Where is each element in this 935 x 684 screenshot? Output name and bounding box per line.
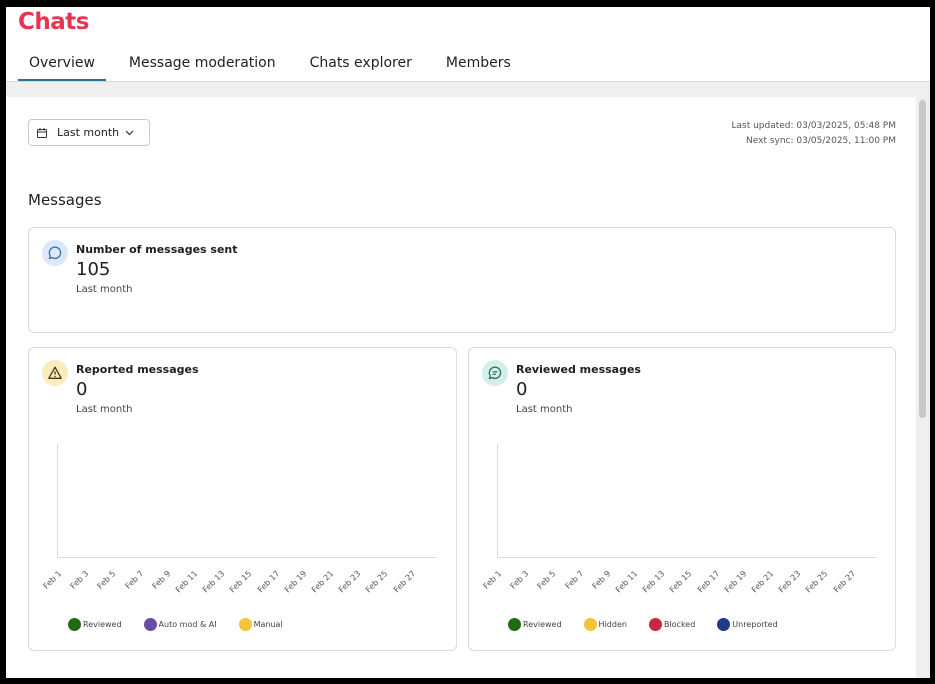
last-updated-text: Last updated: 03/03/2025, 05:48 PM	[731, 121, 896, 131]
x-tick-label: Feb 3	[508, 569, 531, 591]
x-tick-label: Feb 27	[831, 569, 857, 595]
legend-item[interactable]: Manual	[238, 618, 283, 631]
legend-label: Manual	[253, 620, 283, 629]
x-tick-label: Feb 21	[309, 569, 336, 595]
overview-panel: Last month Last updated: 03/03/2025, 05:…	[6, 97, 916, 678]
content-area: Last month Last updated: 03/03/2025, 05:…	[6, 82, 930, 678]
x-tick-label: Feb 25	[804, 569, 830, 595]
x-tick-label: Feb 15	[668, 569, 694, 595]
x-tick-label: Feb 5	[535, 569, 558, 591]
legend-label: Reviewed	[83, 620, 122, 629]
y-axis-line	[57, 444, 58, 557]
chart-legend: Reviewed Auto mod & AI Manual	[68, 618, 305, 631]
chart-legend: Reviewed Hidden Blocked Unreported	[508, 618, 800, 631]
legend-item[interactable]: Hidden	[583, 618, 627, 631]
messages-sent-title: Number of messages sent	[76, 243, 238, 256]
x-tick-label: Feb 13	[201, 569, 227, 595]
x-tick-label: Feb 17	[695, 569, 721, 595]
legend-dot	[583, 618, 597, 631]
section-title-messages: Messages	[28, 191, 102, 209]
scrollbar-thumb[interactable]	[919, 100, 926, 418]
legend-dot	[68, 618, 81, 631]
x-tick-label: Feb 11	[613, 569, 640, 595]
chevron-down-icon	[125, 130, 134, 135]
x-tick-label: Feb 19	[282, 569, 309, 595]
x-tick-label: Feb 17	[255, 569, 281, 595]
calendar-icon	[37, 127, 47, 138]
x-tick-label: Feb 5	[95, 569, 118, 591]
tab-message-moderation[interactable]: Message moderation	[118, 51, 287, 81]
messages-sent-value: 105	[76, 259, 111, 280]
reported-messages-value: 0	[76, 379, 88, 400]
x-tick-label: Feb 27	[391, 569, 417, 595]
next-sync-text: Next sync: 03/05/2025, 11:00 PM	[746, 136, 896, 146]
warning-icon	[42, 360, 68, 386]
reviewed-messages-card: Reviewed messages 0 Last month Feb 1 Feb …	[468, 347, 896, 651]
x-tick-label: Feb 1	[41, 569, 64, 591]
reviewed-messages-period: Last month	[516, 404, 573, 415]
legend-item[interactable]: Blocked	[648, 618, 696, 631]
messages-sent-card: Number of messages sent 105 Last month	[28, 227, 896, 333]
x-tick-label: Feb 15	[228, 569, 254, 595]
legend-item[interactable]: Unreported	[717, 618, 778, 631]
x-tick-label: Feb 1	[481, 569, 504, 591]
reported-messages-card: Reported messages 0 Last month Feb 1 Feb …	[28, 347, 457, 651]
x-tick-label: Feb 13	[641, 569, 667, 595]
messages-sent-period: Last month	[76, 284, 133, 295]
date-range-dropdown[interactable]: Last month	[28, 119, 150, 146]
y-axis-line	[497, 444, 498, 557]
tab-bar: Overview Message moderation Chats explor…	[18, 51, 534, 81]
legend-dot	[143, 618, 157, 631]
legend-label: Auto mod & AI	[158, 620, 217, 629]
legend-label: Hidden	[598, 620, 627, 629]
vertical-scrollbar[interactable]	[918, 97, 926, 678]
chat-lines-icon	[482, 360, 508, 386]
x-tick-label: Feb 7	[123, 569, 145, 591]
sync-info: Last updated: 03/03/2025, 05:48 PM Next …	[731, 119, 896, 149]
x-tick-label: Feb 21	[749, 569, 776, 595]
x-tick-label: Feb 23	[777, 569, 803, 595]
legend-label: Blocked	[663, 620, 696, 629]
x-tick-label: Feb 23	[337, 569, 363, 595]
date-range-label: Last month	[57, 126, 120, 139]
tab-members[interactable]: Members	[435, 51, 522, 81]
legend-label: Reviewed	[523, 620, 562, 629]
chat-bubble-icon	[42, 240, 68, 266]
x-tick-label: Feb 9	[590, 569, 613, 591]
reported-messages-period: Last month	[76, 404, 133, 415]
tab-overview[interactable]: Overview	[18, 51, 106, 81]
x-tick-label: Feb 9	[150, 569, 173, 591]
x-axis-line	[497, 557, 877, 558]
reviewed-messages-title: Reviewed messages	[516, 363, 641, 376]
tab-chats-explorer[interactable]: Chats explorer	[299, 51, 423, 81]
legend-dot	[717, 618, 731, 631]
legend-dot	[508, 618, 521, 631]
legend-item[interactable]: Auto mod & AI	[143, 618, 217, 631]
x-tick-label: Feb 25	[364, 569, 390, 595]
reported-messages-title: Reported messages	[76, 363, 199, 376]
x-tick-label: Feb 7	[563, 569, 585, 591]
legend-item[interactable]: Reviewed	[68, 618, 122, 631]
legend-item[interactable]: Reviewed	[508, 618, 562, 631]
page-title: Chats	[18, 9, 89, 35]
x-axis-line	[57, 557, 437, 558]
x-tick-label: Feb 3	[68, 569, 91, 591]
legend-dot	[648, 618, 662, 631]
reviewed-messages-value: 0	[516, 379, 528, 400]
legend-dot	[238, 618, 252, 631]
x-tick-label: Feb 19	[722, 569, 749, 595]
legend-label: Unreported	[732, 620, 778, 629]
x-tick-label: Feb 11	[173, 569, 200, 595]
app-window: Chats Overview Message moderation Chats …	[6, 7, 930, 678]
